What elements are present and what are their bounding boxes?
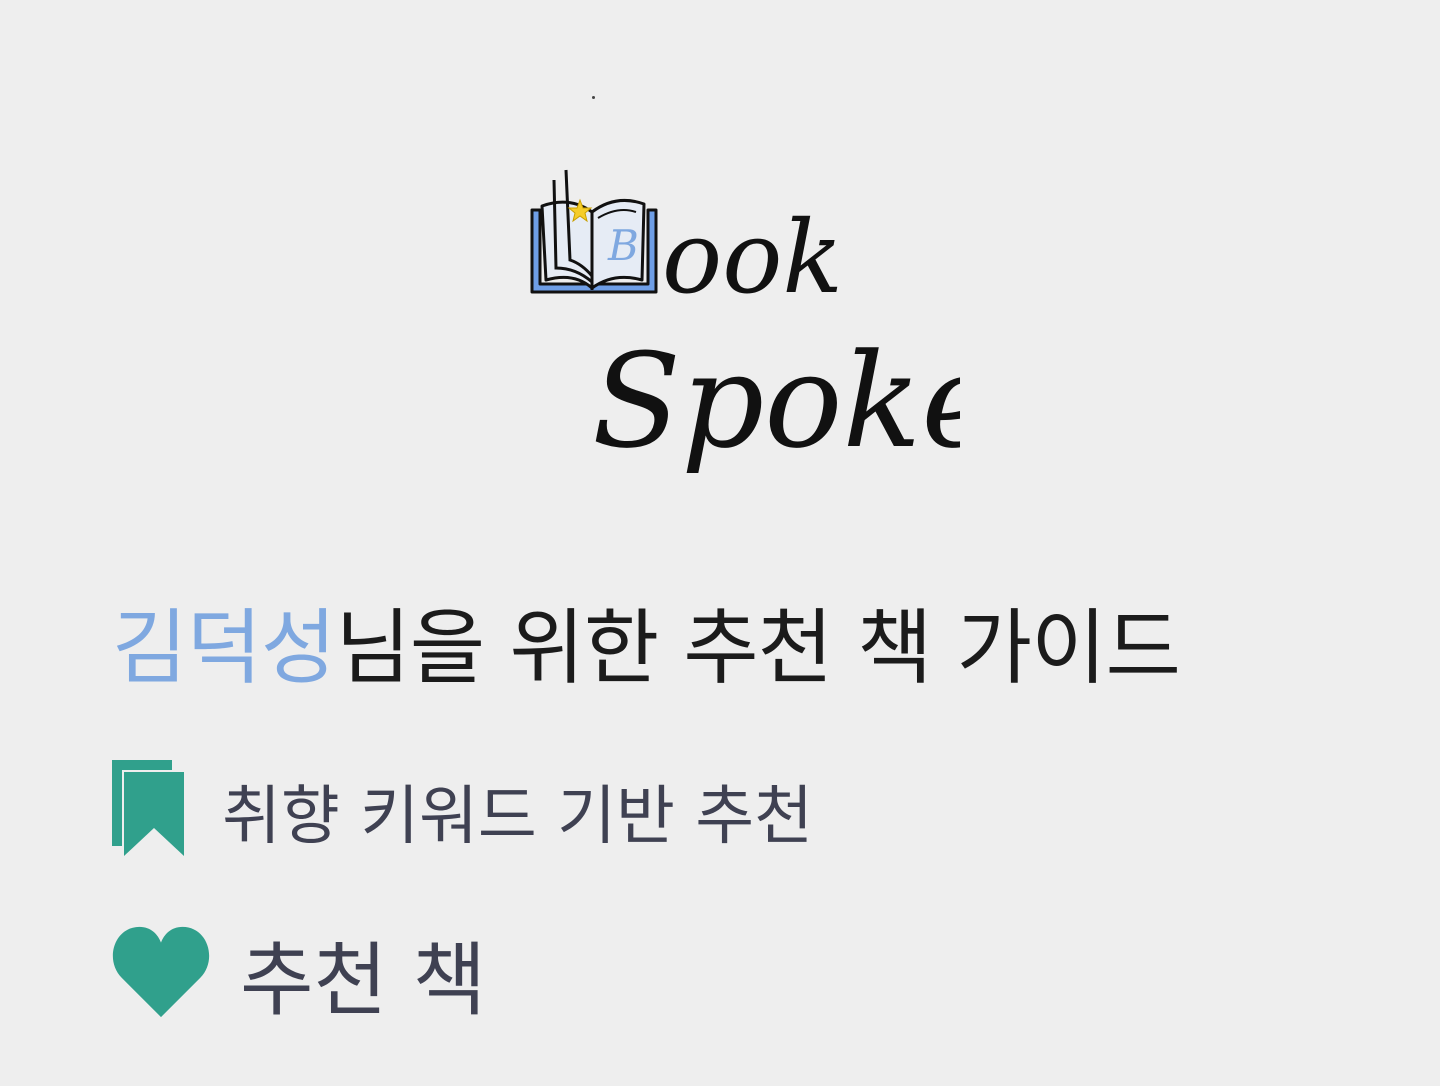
heart-icon bbox=[112, 926, 210, 1018]
recommended-books-label: 추천 책 bbox=[240, 934, 487, 1027]
open-book-icon: B bbox=[530, 169, 658, 294]
stray-dot bbox=[592, 96, 595, 99]
bookmark-icon bbox=[112, 760, 184, 856]
logo-graphic: B ook Spoke bbox=[530, 169, 960, 477]
user-name: 김덕성 bbox=[112, 601, 336, 696]
logo-word-ook: ook bbox=[662, 199, 843, 316]
keyword-recommendation-label: 취향 키워드 기반 추천 bbox=[222, 780, 813, 854]
keyword-recommendation-section: 취향 키워드 기반 추천 bbox=[112, 760, 813, 856]
logo-word-spoke: Spoke bbox=[592, 325, 960, 477]
recommended-books-section: 추천 책 bbox=[112, 922, 486, 1027]
page-title: 김덕성님을 위한 추천 책 가이드 bbox=[112, 600, 1181, 698]
page-title-suffix: 님을 위한 추천 책 가이드 bbox=[335, 601, 1181, 696]
logo-initial: B bbox=[607, 221, 639, 270]
bookspoke-logo: B ook Spoke bbox=[520, 160, 960, 500]
